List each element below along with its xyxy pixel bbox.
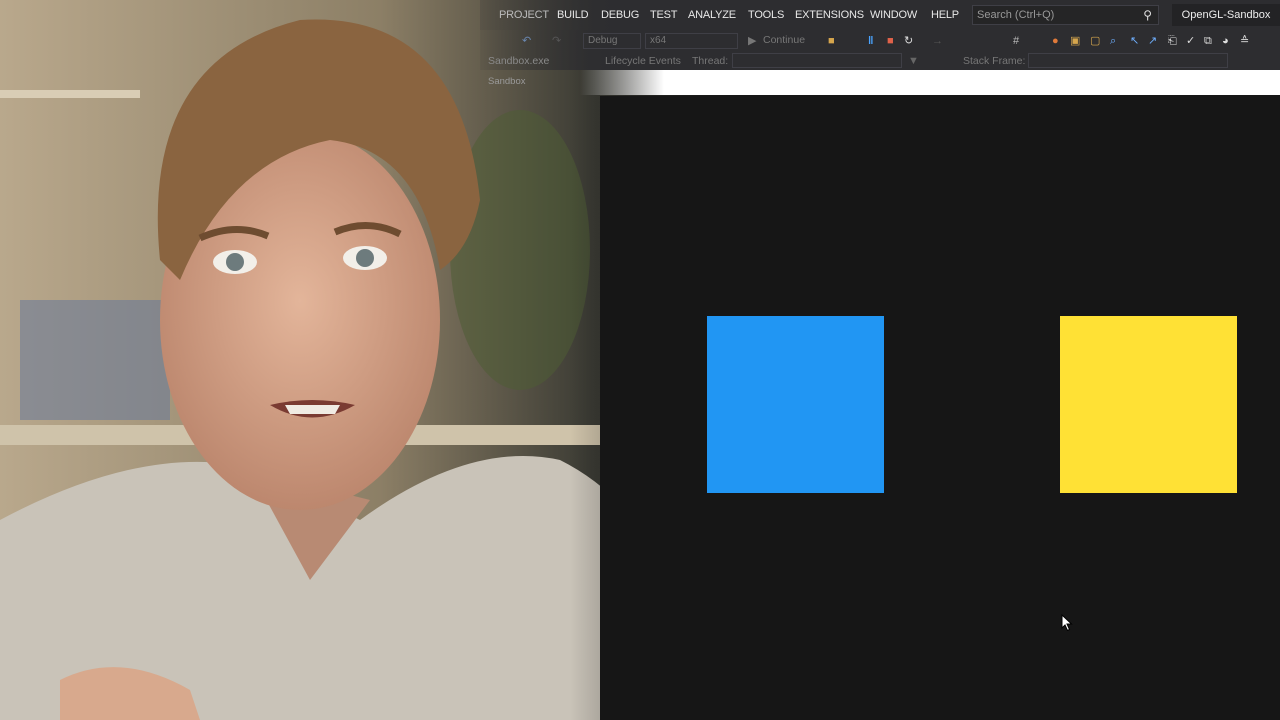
arrow-left-icon[interactable]: ↖: [1130, 34, 1139, 48]
mouse-cursor-icon: [1061, 614, 1073, 632]
menu-debug[interactable]: DEBUG: [601, 9, 639, 21]
menu-help[interactable]: HELP: [931, 9, 959, 21]
stack-frame-label: Stack Frame:: [963, 55, 1026, 67]
spellcheck-icon[interactable]: ✓: [1186, 34, 1195, 48]
breakpoint-icon[interactable]: ●: [1052, 34, 1059, 48]
thread-label: Thread:: [692, 55, 729, 67]
stop-icon[interactable]: ■: [887, 34, 894, 48]
menu-project[interactable]: PROJECT: [499, 9, 549, 21]
stack-frame-select[interactable]: [1028, 53, 1228, 68]
toolbar: ↶ ↷ Debug x64 ▶ Continue ■ ‖ ■ ↻ → # ● ▣…: [480, 30, 1280, 52]
menu-extensions[interactable]: EXTENSIONS: [795, 9, 864, 21]
search-input[interactable]: Search (Ctrl+Q) ⚲: [972, 5, 1159, 25]
filter-icon[interactable]: ▼: [908, 54, 919, 68]
debug-location-bar: Sandbox.exe Lifecycle Events Thread: ▼ S…: [480, 52, 1280, 70]
copy-icon[interactable]: ⧉: [1204, 34, 1212, 48]
pause-icon[interactable]: ‖: [868, 34, 873, 48]
shape-icon[interactable]: ◕: [1222, 34, 1229, 48]
comment-icon[interactable]: ▢: [1090, 34, 1100, 48]
thread-select[interactable]: [732, 53, 902, 68]
project-title: OpenGL-Sandbox: [1172, 4, 1280, 26]
blue-square: [707, 316, 884, 493]
continue-icon[interactable]: ▶: [748, 34, 756, 48]
yellow-square: [1060, 316, 1237, 493]
lifecycle-events-button[interactable]: Lifecycle Events: [605, 55, 681, 67]
hex-icon[interactable]: #: [1013, 34, 1019, 48]
arrow-right-icon[interactable]: ↗: [1148, 34, 1157, 48]
menu-test[interactable]: TEST: [650, 9, 678, 21]
step-icon[interactable]: →: [932, 34, 943, 48]
format-icon[interactable]: ≙: [1240, 34, 1249, 48]
search-icon[interactable]: ⚲: [1143, 8, 1152, 22]
platform-select[interactable]: x64: [645, 33, 738, 49]
menu-bar: PROJECT BUILD DEBUG TEST ANALYZE TOOLS E…: [480, 0, 1280, 30]
continue-button[interactable]: Continue: [763, 34, 805, 46]
find-icon[interactable]: ⌕: [1110, 34, 1116, 48]
visual-studio-chrome: PROJECT BUILD DEBUG TEST ANALYZE TOOLS E…: [480, 0, 1280, 96]
menu-window[interactable]: WINDOW: [870, 9, 917, 21]
process-select[interactable]: Sandbox.exe: [488, 55, 549, 67]
menu-tools[interactable]: TOOLS: [748, 9, 784, 21]
search-placeholder: Search (Ctrl+Q): [977, 9, 1055, 21]
menu-analyze[interactable]: ANALYZE: [688, 9, 736, 21]
process-icon[interactable]: ■: [828, 34, 835, 48]
restart-icon[interactable]: ↻: [904, 34, 913, 48]
menu-build[interactable]: BUILD: [557, 9, 589, 21]
bookmark-icon[interactable]: ⎗: [1168, 34, 1177, 48]
undo-icon[interactable]: ↶: [522, 34, 531, 48]
configuration-select[interactable]: Debug: [583, 33, 641, 49]
window-title: Sandbox: [488, 76, 526, 87]
folder-icon[interactable]: ▣: [1070, 34, 1080, 48]
window-titlebar: [580, 70, 1280, 95]
redo-icon[interactable]: ↷: [552, 34, 561, 48]
